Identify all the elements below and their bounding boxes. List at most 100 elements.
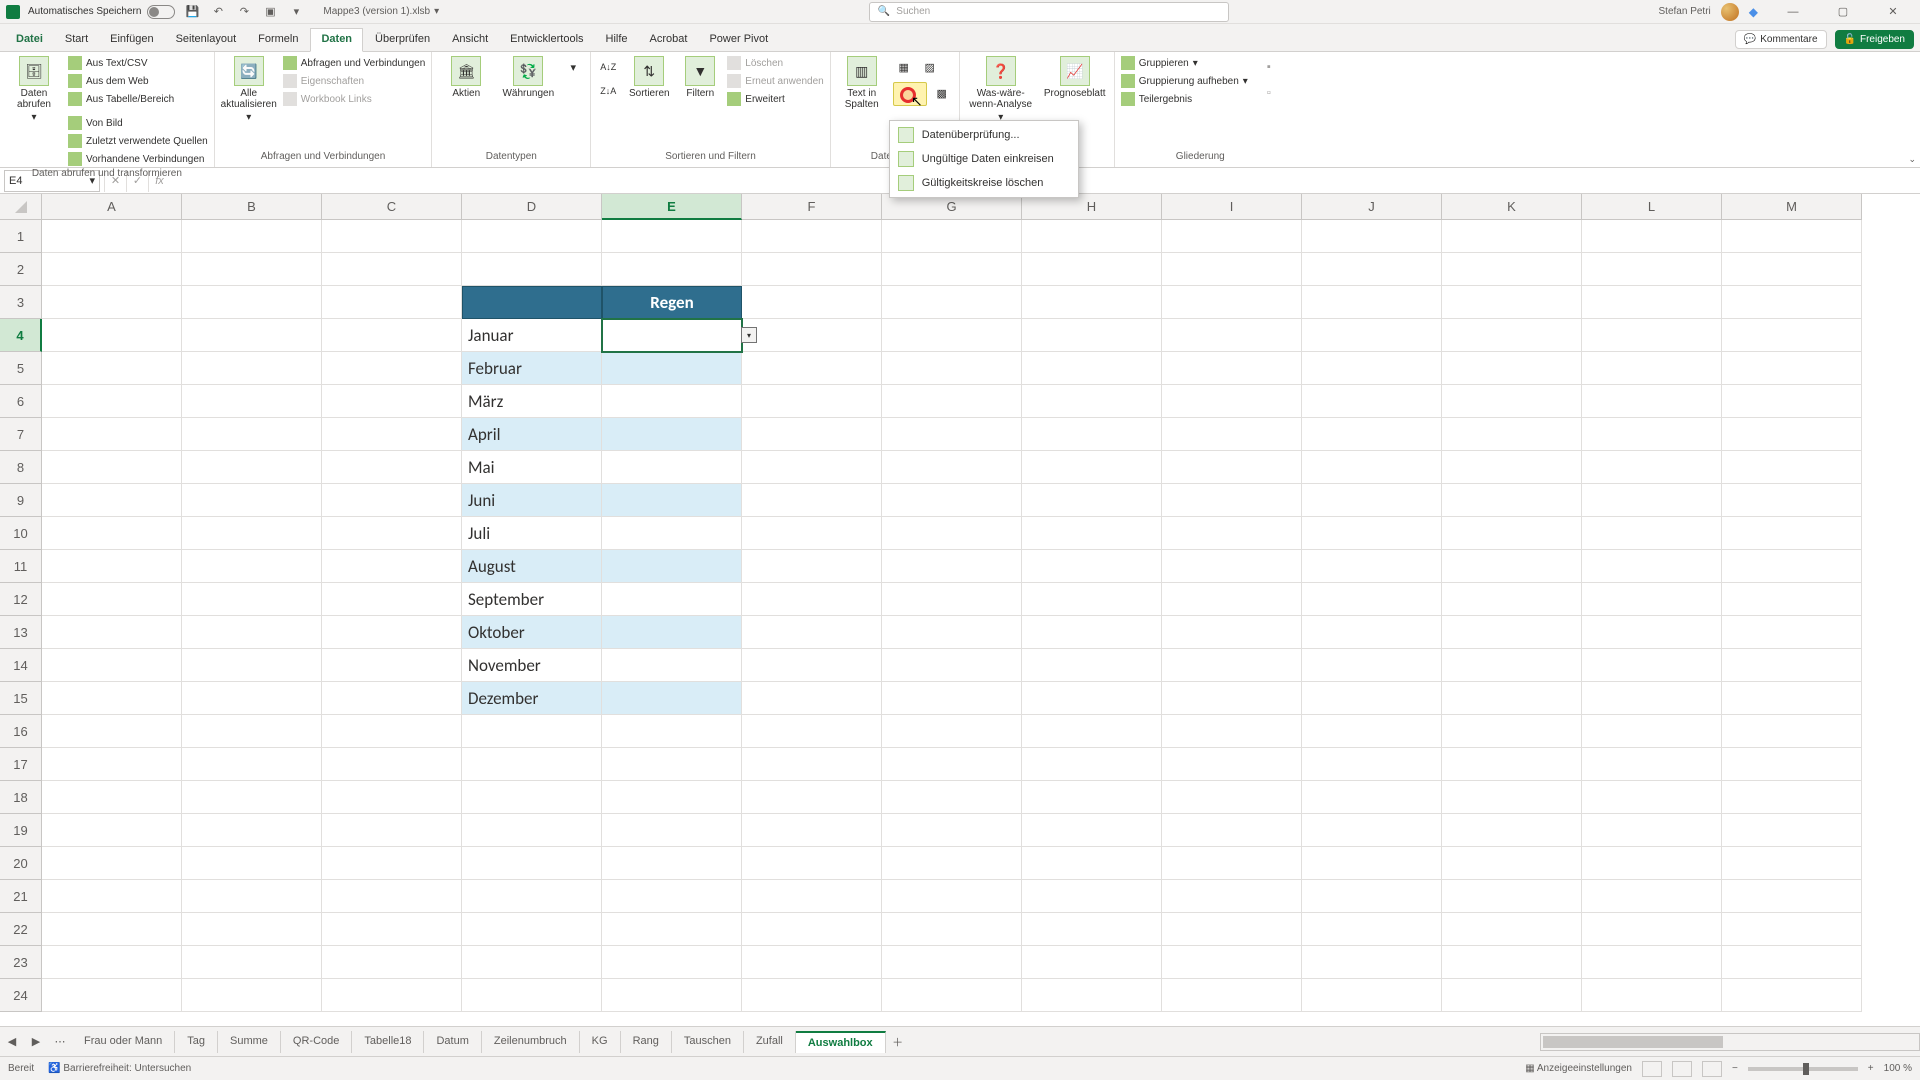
cell-K9[interactable] bbox=[1442, 484, 1582, 517]
cell-E23[interactable] bbox=[602, 946, 742, 979]
remove-duplicates-button[interactable]: ▨ bbox=[919, 56, 941, 78]
cell-E3[interactable]: Regen bbox=[602, 286, 742, 319]
cell-J2[interactable] bbox=[1302, 253, 1442, 286]
tab-power pivot[interactable]: Power Pivot bbox=[699, 29, 778, 51]
cell-A3[interactable] bbox=[42, 286, 182, 319]
tab-formeln[interactable]: Formeln bbox=[248, 29, 308, 51]
cell-I5[interactable] bbox=[1162, 352, 1302, 385]
cell-F21[interactable] bbox=[742, 880, 882, 913]
cell-E8[interactable] bbox=[602, 451, 742, 484]
cell-F2[interactable] bbox=[742, 253, 882, 286]
save-icon[interactable]: 💾 bbox=[183, 3, 201, 21]
cell-M23[interactable] bbox=[1722, 946, 1862, 979]
row-header[interactable]: 6 bbox=[0, 385, 42, 418]
cell-A23[interactable] bbox=[42, 946, 182, 979]
cell-B2[interactable] bbox=[182, 253, 322, 286]
cell-H19[interactable] bbox=[1022, 814, 1162, 847]
forecast-sheet-button[interactable]: 📈Prognoseblatt bbox=[1042, 56, 1108, 99]
cell-F15[interactable] bbox=[742, 682, 882, 715]
get-data-button[interactable]: 🗄Daten abrufen▾ bbox=[6, 56, 62, 123]
cell-A7[interactable] bbox=[42, 418, 182, 451]
get-item-button[interactable]: Aus Text/CSV bbox=[68, 56, 208, 70]
sheet-tab[interactable]: Tag bbox=[175, 1031, 218, 1053]
zoom-out-button[interactable]: − bbox=[1732, 1063, 1738, 1074]
cell-A13[interactable] bbox=[42, 616, 182, 649]
cell-H1[interactable] bbox=[1022, 220, 1162, 253]
cell-D24[interactable] bbox=[462, 979, 602, 1012]
cell-L20[interactable] bbox=[1582, 847, 1722, 880]
row-header[interactable]: 1 bbox=[0, 220, 42, 253]
tab-daten[interactable]: Daten bbox=[310, 28, 363, 52]
refresh-all-button[interactable]: 🔄Alle aktualisieren▾ bbox=[221, 56, 277, 123]
cell-I9[interactable] bbox=[1162, 484, 1302, 517]
cell-K17[interactable] bbox=[1442, 748, 1582, 781]
cell-G21[interactable] bbox=[882, 880, 1022, 913]
cell-D1[interactable] bbox=[462, 220, 602, 253]
cell-I3[interactable] bbox=[1162, 286, 1302, 319]
cell-F16[interactable] bbox=[742, 715, 882, 748]
cell-K2[interactable] bbox=[1442, 253, 1582, 286]
cell-H24[interactable] bbox=[1022, 979, 1162, 1012]
cell-J22[interactable] bbox=[1302, 913, 1442, 946]
normal-view-button[interactable] bbox=[1642, 1061, 1662, 1077]
cell-L3[interactable] bbox=[1582, 286, 1722, 319]
dropdown-handle[interactable]: ▾ bbox=[741, 327, 757, 343]
tab-entwicklertools[interactable]: Entwicklertools bbox=[500, 29, 593, 51]
cell-C9[interactable] bbox=[322, 484, 462, 517]
cell-A14[interactable] bbox=[42, 649, 182, 682]
cell-D11[interactable]: August bbox=[462, 550, 602, 583]
cell-L6[interactable] bbox=[1582, 385, 1722, 418]
cell-D20[interactable] bbox=[462, 847, 602, 880]
filter-button[interactable]: ▼Filtern bbox=[679, 56, 721, 99]
cell-L10[interactable] bbox=[1582, 517, 1722, 550]
cell-L23[interactable] bbox=[1582, 946, 1722, 979]
cell-J16[interactable] bbox=[1302, 715, 1442, 748]
select-all-button[interactable] bbox=[0, 194, 42, 220]
cell-E9[interactable] bbox=[602, 484, 742, 517]
collapse-ribbon-button[interactable]: ⌄ bbox=[1908, 154, 1916, 165]
sheet-tab[interactable]: Auswahlbox bbox=[796, 1031, 886, 1053]
cell-H3[interactable] bbox=[1022, 286, 1162, 319]
redo-icon[interactable]: ↷ bbox=[235, 3, 253, 21]
col-header[interactable]: J bbox=[1302, 194, 1442, 220]
cell-K4[interactable] bbox=[1442, 319, 1582, 352]
cell-L15[interactable] bbox=[1582, 682, 1722, 715]
col-header[interactable]: A bbox=[42, 194, 182, 220]
cell-M18[interactable] bbox=[1722, 781, 1862, 814]
cell-K7[interactable] bbox=[1442, 418, 1582, 451]
cell-D3[interactable] bbox=[462, 286, 602, 319]
cell-B9[interactable] bbox=[182, 484, 322, 517]
dv-menu-item[interactable]: Ungültige Daten einkreisen bbox=[892, 147, 1076, 171]
cell-C14[interactable] bbox=[322, 649, 462, 682]
cell-K12[interactable] bbox=[1442, 583, 1582, 616]
cell-F7[interactable] bbox=[742, 418, 882, 451]
zoom-level[interactable]: 100 % bbox=[1884, 1063, 1912, 1074]
cell-C15[interactable] bbox=[322, 682, 462, 715]
cell-G11[interactable] bbox=[882, 550, 1022, 583]
cell-D10[interactable]: Juli bbox=[462, 517, 602, 550]
cell-D16[interactable] bbox=[462, 715, 602, 748]
cell-E5[interactable] bbox=[602, 352, 742, 385]
cell-I6[interactable] bbox=[1162, 385, 1302, 418]
cell-B4[interactable] bbox=[182, 319, 322, 352]
row-header[interactable]: 5 bbox=[0, 352, 42, 385]
cell-I7[interactable] bbox=[1162, 418, 1302, 451]
cell-L7[interactable] bbox=[1582, 418, 1722, 451]
cell-I18[interactable] bbox=[1162, 781, 1302, 814]
tab-seitenlayout[interactable]: Seitenlayout bbox=[166, 29, 247, 51]
cell-A18[interactable] bbox=[42, 781, 182, 814]
cell-M22[interactable] bbox=[1722, 913, 1862, 946]
cell-J3[interactable] bbox=[1302, 286, 1442, 319]
cell-A22[interactable] bbox=[42, 913, 182, 946]
cell-E20[interactable] bbox=[602, 847, 742, 880]
row-header[interactable]: 7 bbox=[0, 418, 42, 451]
cell-K23[interactable] bbox=[1442, 946, 1582, 979]
cell-A16[interactable] bbox=[42, 715, 182, 748]
types-more-button[interactable]: ▾ bbox=[562, 56, 584, 78]
cell-L13[interactable] bbox=[1582, 616, 1722, 649]
cell-E12[interactable] bbox=[602, 583, 742, 616]
cell-M1[interactable] bbox=[1722, 220, 1862, 253]
cell-E1[interactable] bbox=[602, 220, 742, 253]
cell-A9[interactable] bbox=[42, 484, 182, 517]
cell-E13[interactable] bbox=[602, 616, 742, 649]
